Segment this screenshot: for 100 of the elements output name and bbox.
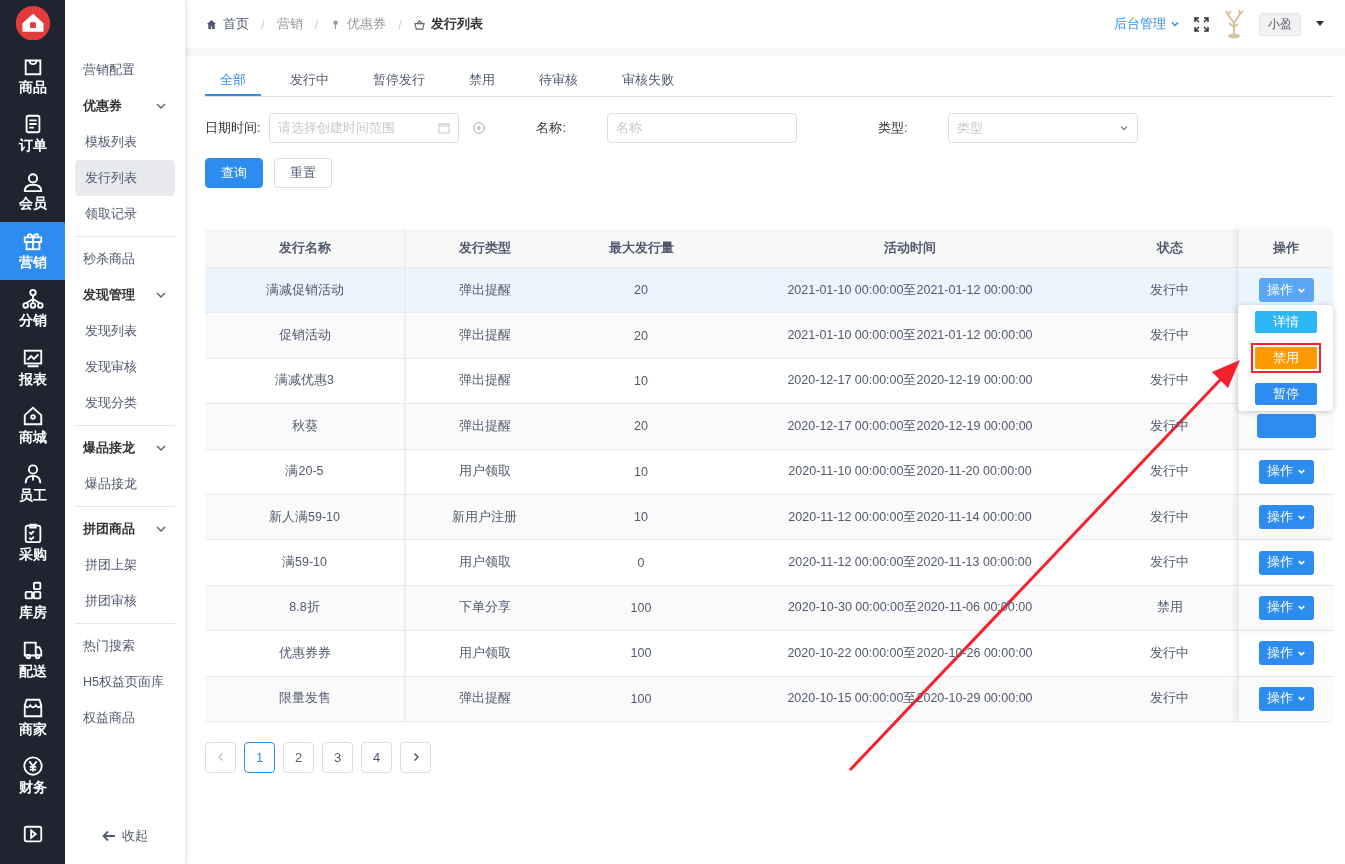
table-cell: 优惠券券 bbox=[278, 644, 331, 662]
sidebar-group[interactable]: 拼团商品 bbox=[75, 511, 175, 547]
breadcrumb-separator: / bbox=[261, 16, 265, 32]
table-cell: 弹出提醒 bbox=[458, 417, 511, 435]
table-cell: 用户领取 bbox=[458, 463, 511, 481]
table-cell: 20 bbox=[634, 328, 648, 343]
field-label: 日期时间: bbox=[205, 119, 261, 137]
caret-icon bbox=[1296, 603, 1306, 613]
table-cell: 10 bbox=[634, 464, 648, 479]
page-button[interactable]: 4 bbox=[361, 741, 392, 773]
sidebar-item[interactable]: 领取记录 bbox=[75, 196, 175, 232]
sidebar-item[interactable]: 发现分类 bbox=[75, 385, 175, 421]
sidebar-item[interactable]: 权益商品 bbox=[75, 700, 175, 736]
chevron-icon bbox=[155, 442, 167, 454]
table-cell: 10 bbox=[634, 373, 648, 388]
breadcrumb-separator: / bbox=[398, 16, 402, 32]
rail-item[interactable]: 商品 bbox=[0, 46, 65, 105]
caret-icon[interactable] bbox=[1315, 20, 1325, 28]
table-cell: 下单分享 bbox=[458, 599, 511, 617]
table-cell: 100 bbox=[630, 691, 652, 706]
sidebar-item[interactable]: 拼团审核 bbox=[75, 583, 175, 619]
calendar-icon bbox=[438, 122, 451, 134]
table-cell: 满59-10 bbox=[282, 554, 327, 572]
caret-icon bbox=[1170, 19, 1180, 29]
table-cell: 秋葵 bbox=[291, 417, 318, 435]
add-circle-icon[interactable] bbox=[473, 122, 486, 134]
table-cell: 发行中 bbox=[1150, 417, 1189, 435]
chevron-icon bbox=[155, 523, 167, 535]
rail-item[interactable]: 订单 bbox=[0, 104, 65, 164]
table-cell: 弹出提醒 bbox=[458, 327, 511, 345]
field-label: 类型: bbox=[877, 119, 908, 137]
action-dropdown[interactable] bbox=[1256, 414, 1316, 439]
rail-item[interactable]: 配送 bbox=[0, 630, 65, 689]
reset-button[interactable]: 重置 bbox=[274, 158, 332, 188]
rail-item[interactable]: 采购 bbox=[0, 513, 65, 572]
sidebar-item[interactable]: 拼团上架 bbox=[75, 547, 175, 583]
caret-icon bbox=[1296, 558, 1306, 568]
store-icon bbox=[21, 696, 44, 719]
sidebar-item[interactable]: 模板列表 bbox=[75, 124, 175, 160]
table-cell: 2020-11-12 00:00:00至2020-11-13 00:00:00 bbox=[788, 554, 1032, 572]
column-header: 发行类型 bbox=[406, 229, 563, 268]
arrow-left-icon bbox=[102, 830, 116, 842]
breadcrumb-item[interactable]: 首页 bbox=[223, 15, 249, 33]
home-icon bbox=[206, 18, 217, 30]
chevron-icon bbox=[155, 100, 167, 112]
sidebar-group[interactable]: 发现管理 bbox=[75, 277, 175, 313]
table-cell: 发行中 bbox=[1150, 327, 1189, 345]
table-cell: 发行中 bbox=[1150, 463, 1189, 481]
tab[interactable]: 暂停发行 bbox=[358, 66, 440, 96]
rail-item[interactable]: 报表 bbox=[0, 338, 65, 397]
rail-item[interactable]: 商城 bbox=[0, 396, 65, 456]
table-cell: 发行中 bbox=[1150, 372, 1189, 390]
tab[interactable]: 审核失败 bbox=[607, 66, 689, 96]
breadcrumb-item: 发行列表 bbox=[430, 15, 483, 33]
rail-item[interactable]: 库房 bbox=[0, 572, 65, 631]
table-cell: 20 bbox=[634, 283, 648, 298]
column-header: 发行名称 bbox=[205, 229, 406, 268]
table-cell: 新人满59-10 bbox=[269, 508, 340, 526]
breadcrumb-separator: / bbox=[314, 16, 319, 32]
tab[interactable]: 禁用 bbox=[454, 66, 510, 96]
fullscreen-icon[interactable] bbox=[1194, 16, 1209, 32]
rail-item[interactable]: 商家 bbox=[0, 688, 65, 748]
table-cell: 满减促销活动 bbox=[265, 281, 344, 299]
page-button[interactable]: 2 bbox=[283, 741, 314, 773]
sidebar-item[interactable]: H5权益页面库 bbox=[75, 664, 175, 700]
sidebar-item[interactable]: 发现列表 bbox=[75, 313, 175, 349]
rail-item[interactable]: 会员 bbox=[0, 163, 65, 222]
sidebar-item[interactable]: 热门搜索 bbox=[75, 628, 175, 664]
table-cell: 2020-12-17 00:00:00至2020-12-19 00:00:00 bbox=[787, 417, 1033, 435]
tab[interactable]: 全部 bbox=[205, 66, 261, 96]
chevron-icon bbox=[155, 289, 167, 301]
table-cell: 满减优惠3 bbox=[275, 372, 334, 390]
rail-item[interactable]: 员工 bbox=[0, 455, 65, 514]
table-cell: 用户领取 bbox=[458, 554, 511, 572]
next-page-button[interactable] bbox=[400, 741, 431, 773]
table-cell: 100 bbox=[630, 646, 652, 661]
table-cell: 100 bbox=[630, 600, 652, 615]
rail-item[interactable]: 财务 bbox=[0, 747, 65, 806]
table-cell: 新用户注册 bbox=[452, 508, 517, 526]
page-button[interactable]: 3 bbox=[322, 741, 353, 773]
sidebar-item[interactable]: 秒杀商品 bbox=[75, 241, 175, 277]
table-cell: 弹出提醒 bbox=[458, 281, 511, 299]
sidebar-group[interactable]: 爆品接龙 bbox=[75, 430, 175, 466]
table-cell: 弹出提醒 bbox=[458, 372, 511, 390]
table-cell: 禁用 bbox=[1156, 599, 1183, 617]
rail-item[interactable]: 分销 bbox=[0, 280, 65, 339]
table-cell: 2021-01-10 00:00:00至2021-01-12 00:00:00 bbox=[787, 327, 1033, 345]
tab[interactable]: 待审核 bbox=[524, 66, 593, 96]
sidebar-item[interactable]: 发现审核 bbox=[75, 349, 175, 385]
user-icon bbox=[21, 171, 44, 194]
sidebar-item[interactable]: 营销配置 bbox=[75, 52, 175, 88]
collapse-button[interactable]: 收起 bbox=[96, 826, 154, 846]
column-header: 状态 bbox=[1101, 229, 1238, 268]
sidebar-item[interactable]: 发行列表 bbox=[75, 160, 175, 196]
sidebar-group[interactable]: 优惠券 bbox=[75, 88, 175, 124]
tab[interactable]: 发行中 bbox=[275, 66, 344, 96]
sidebar-item[interactable]: 爆品接龙 bbox=[75, 466, 175, 502]
table-cell: 弹出提醒 bbox=[458, 690, 511, 708]
admin-menu[interactable]: 后台管理 bbox=[1114, 15, 1180, 33]
chevron-left-icon bbox=[215, 752, 226, 763]
